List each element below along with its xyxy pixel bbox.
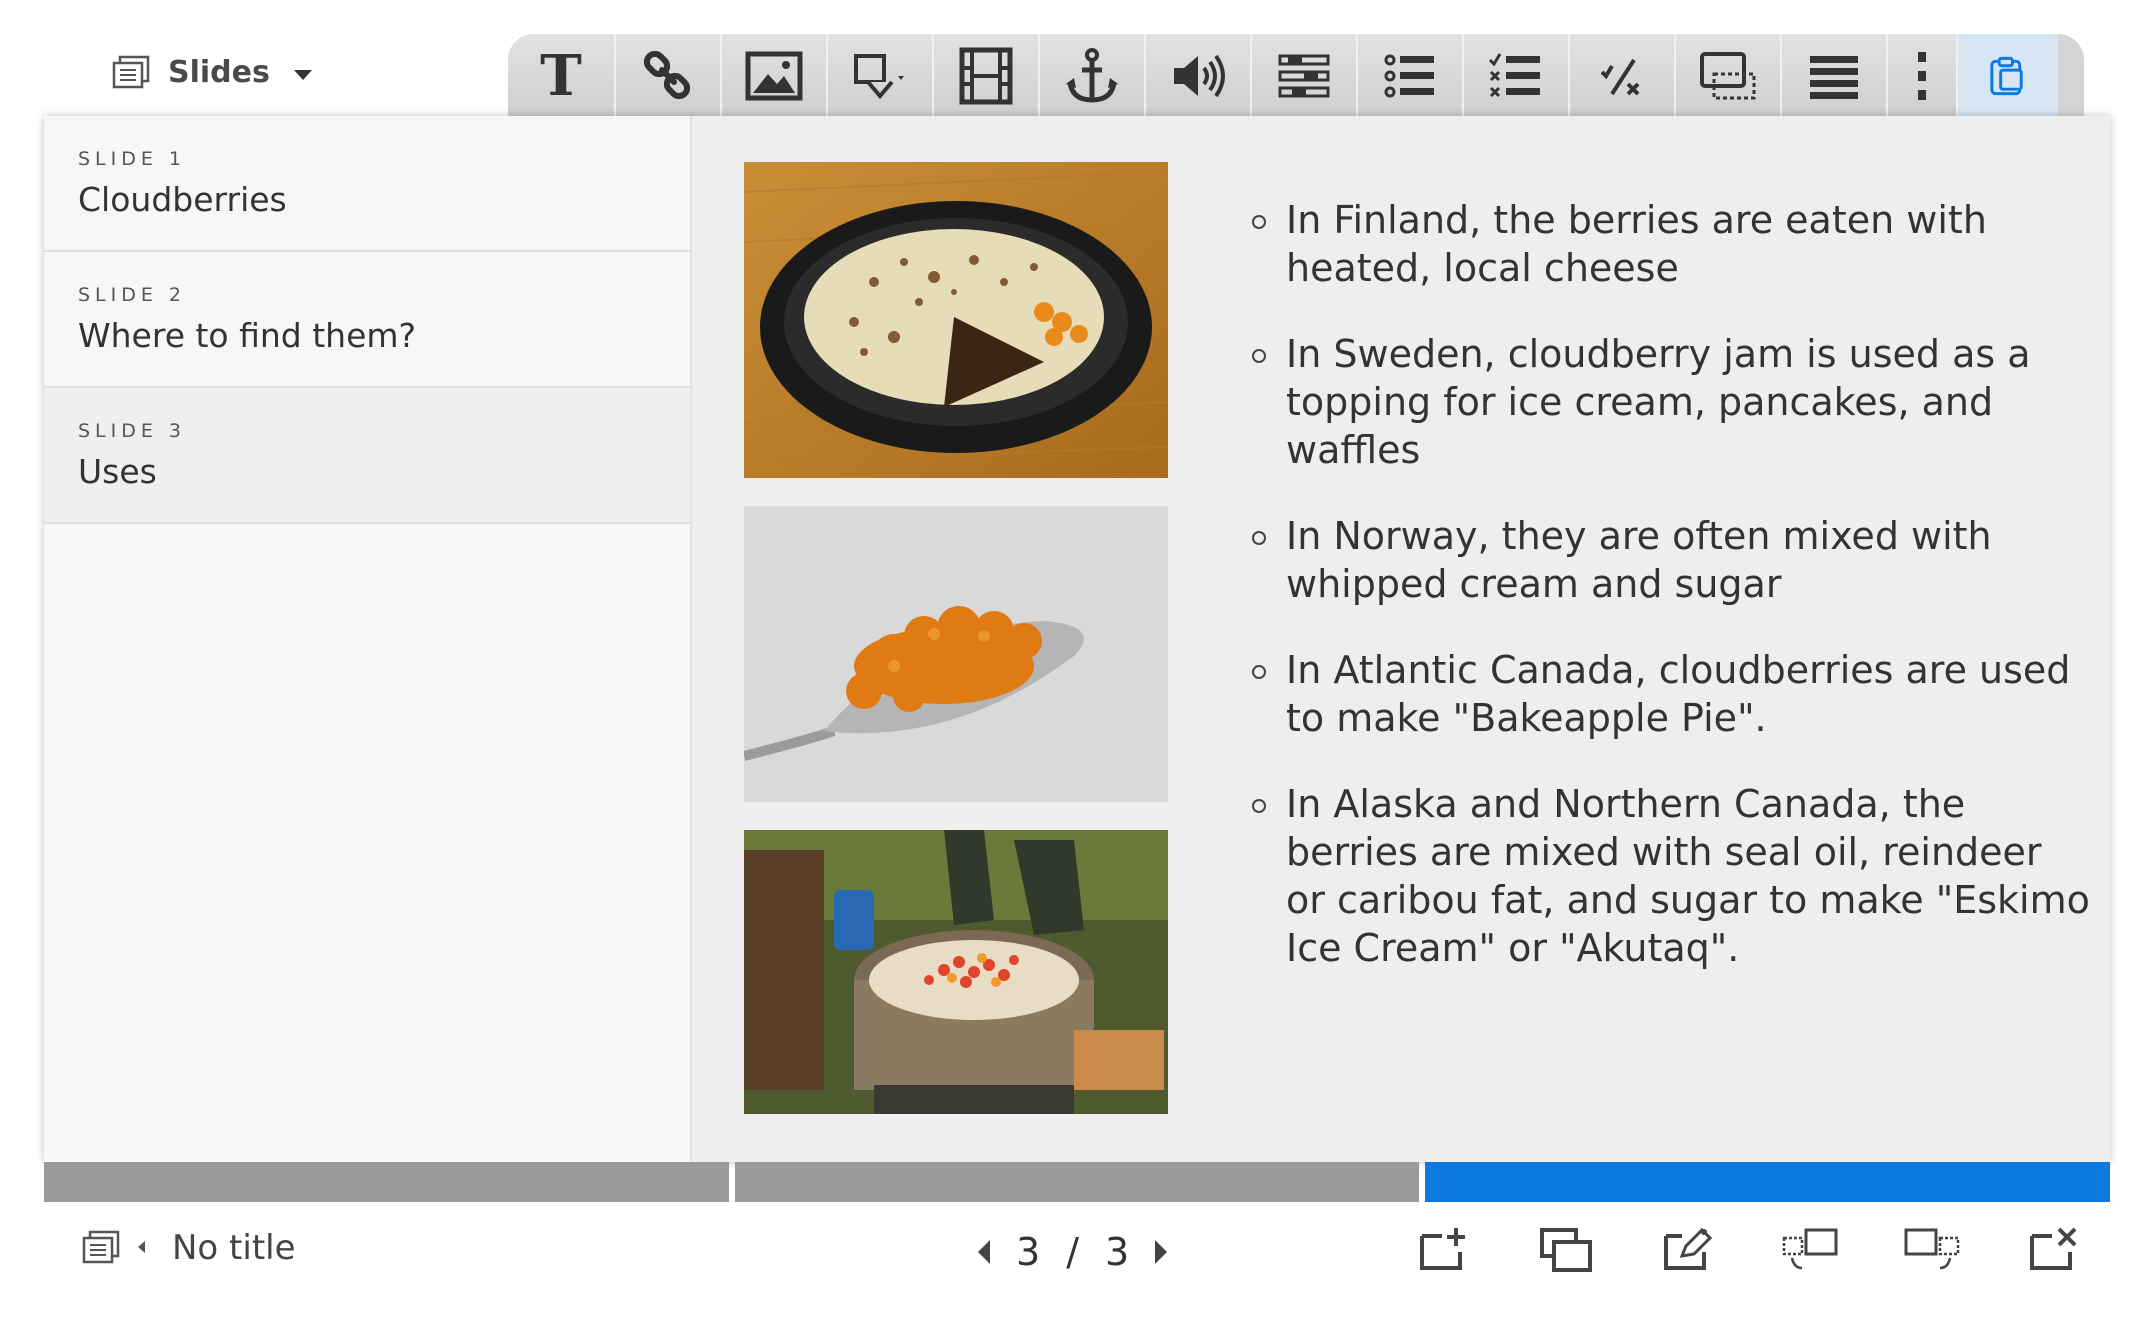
slides-list-icon [112,55,150,89]
current-page: 3 [1016,1230,1041,1274]
pager: 3 / 3 [978,1230,1168,1274]
shape-tool-button[interactable] [828,34,934,118]
slide-progress [44,1162,2111,1202]
footer-bar: No title 3 / 3 [44,1202,2110,1302]
link-icon [643,50,691,100]
bullet-list-tool-button[interactable] [1358,34,1464,118]
text-icon: T [540,43,582,109]
chevron-down-icon [293,70,312,80]
slide-list-item-2[interactable]: SLIDE 2 Where to find them? [44,252,690,388]
image-icon [745,51,803,101]
layout-icon [1278,54,1330,98]
slide-list: SLIDE 1 Cloudberries SLIDE 2 Where to fi… [44,116,692,1162]
audio-icon [1174,54,1225,98]
bullet-item[interactable]: In Norway, they are often mixed with whi… [1252,512,2092,608]
cheese-photo[interactable] [744,162,1168,478]
math-icon [1600,58,1640,96]
audio-tool-button[interactable] [1146,34,1252,118]
slide-title: Uses [78,452,157,491]
slide-title: Cloudberries [78,180,287,219]
slide-settings-tool-button[interactable] [1676,34,1782,118]
next-slide-icon[interactable] [1155,1240,1168,1264]
bullet-list-icon [1384,54,1434,98]
more-tool-button[interactable] [1888,34,1958,118]
slide-list-item-1[interactable]: SLIDE 1 Cloudberries [44,116,690,252]
slide-list-item-3[interactable]: SLIDE 3 Uses [44,388,690,524]
video-icon [959,47,1013,105]
slide-overview-toggle[interactable] [82,1230,145,1264]
progress-segment-1[interactable] [44,1162,729,1202]
slide-number: SLIDE 2 [78,284,187,306]
cheese-image [744,162,1168,478]
page-separator: / [1066,1230,1079,1274]
jam-spoon-photo[interactable] [744,506,1168,802]
math-tool-button[interactable] [1570,34,1676,118]
jam-spoon-image [744,506,1168,802]
slide-actions [1416,1224,2082,1274]
link-tool-button[interactable] [616,34,722,118]
progress-segment-2[interactable] [734,1162,1420,1202]
layout-tool-button[interactable] [1252,34,1358,118]
more-icon [1918,52,1926,100]
video-tool-button[interactable] [934,34,1040,118]
checklist-icon [1488,53,1540,98]
slide-title: Where to find them? [78,316,417,355]
duplicate-slide-icon[interactable] [1538,1224,1594,1274]
bullet-item[interactable]: In Finland, the berries are eaten with h… [1252,196,2092,292]
slide-number: SLIDE 1 [78,148,187,170]
slide-settings-icon [1700,52,1756,100]
slides-list-icon [82,1230,120,1264]
prev-slide-icon[interactable] [978,1240,990,1264]
bullet-item[interactable]: In Alaska and Northern Canada, the berri… [1252,780,2092,972]
editor-toolbar: T [508,34,2084,118]
progress-segment-3[interactable] [1425,1162,2111,1202]
presentation-title[interactable]: No title [172,1228,296,1268]
add-slide-icon[interactable] [1416,1224,1472,1274]
text-tool-button[interactable]: T [508,34,616,118]
shape-icon [854,54,904,100]
editor-panel: SLIDE 1 Cloudberries SLIDE 2 Where to fi… [44,116,2110,1162]
lines-icon [1810,56,1858,99]
camp-pot-image [744,830,1168,1114]
edit-slide-icon[interactable] [1660,1224,1716,1274]
anchor-icon [1066,48,1118,103]
slide-number: SLIDE 3 [78,420,187,442]
delete-slide-icon[interactable] [2026,1224,2082,1274]
slides-menu[interactable]: Slides [112,44,312,100]
anchor-tool-button[interactable] [1040,34,1146,118]
image-tool-button[interactable] [722,34,828,118]
camp-pot-photo[interactable] [744,830,1168,1114]
clipboard-tool-button[interactable] [1958,34,2058,118]
slide-canvas[interactable]: In Finland, the berries are eaten with h… [692,116,2110,1162]
lines-tool-button[interactable] [1782,34,1888,118]
bullet-item[interactable]: In Atlantic Canada, cloudberries are use… [1252,646,2092,742]
total-pages: 3 [1105,1230,1130,1274]
clipboard-icon [1990,56,2023,96]
bullet-item[interactable]: In Sweden, cloudberry jam is used as a t… [1252,330,2092,474]
slides-menu-label: Slides [168,54,270,90]
chevron-left-icon [138,1241,145,1253]
bullet-list[interactable]: In Finland, the berries are eaten with h… [1252,196,2092,1010]
checklist-tool-button[interactable] [1464,34,1570,118]
move-slide-after-icon[interactable] [1904,1224,1960,1274]
move-slide-before-icon[interactable] [1782,1224,1838,1274]
